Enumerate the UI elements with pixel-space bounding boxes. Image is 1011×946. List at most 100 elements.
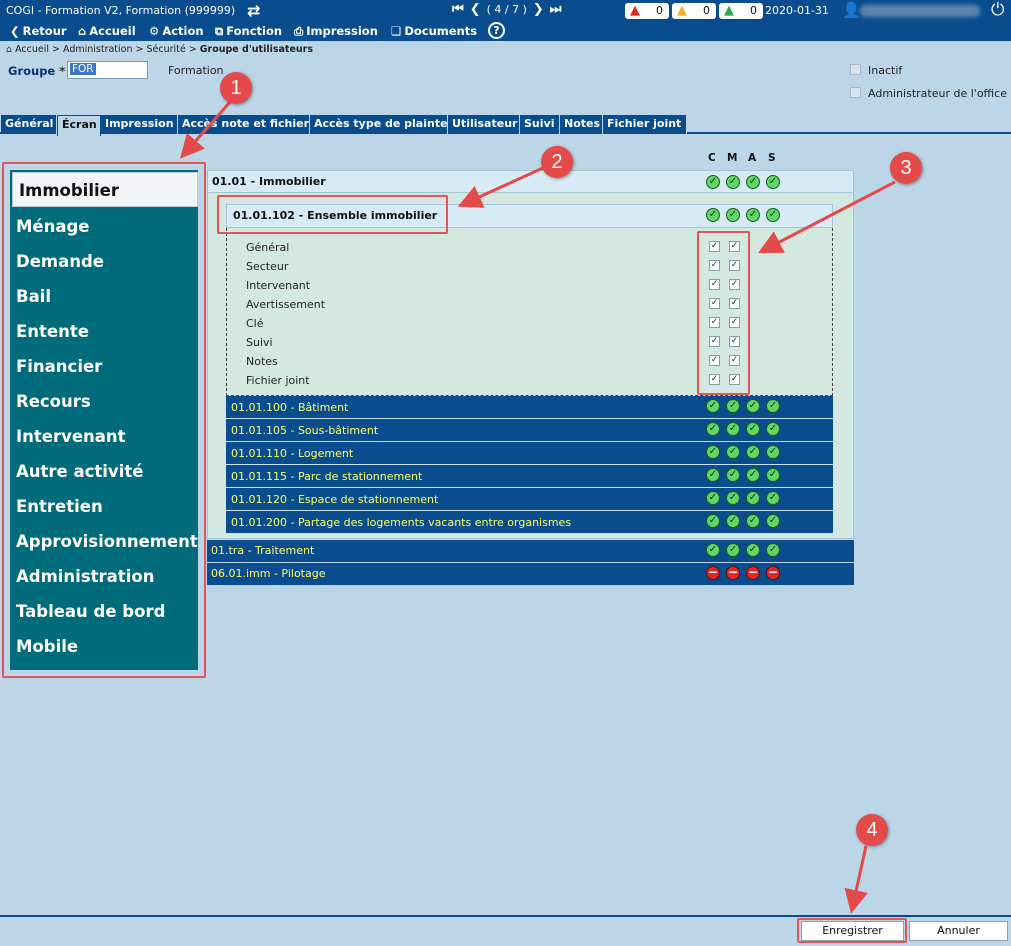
status-ok-icon[interactable]: ✓ [726,514,740,528]
inactif-checkbox[interactable] [850,64,861,75]
inactif-option[interactable]: Inactif [850,64,902,77]
status-ok-icon[interactable]: ✓ [706,543,720,557]
tab-fichier-joint[interactable]: Fichier joint [603,115,687,134]
status-ok-icon[interactable]: ✓ [766,543,780,557]
save-button[interactable]: Enregistrer [801,921,904,941]
status-ok-icon[interactable]: ✓ [766,175,780,189]
user-icon[interactable]: 👤 [842,1,861,19]
tree-row-traitement[interactable]: 01.tra - Traitement ✓ ✓ ✓ ✓ [207,540,854,563]
status-deny-icon[interactable]: − [726,566,740,580]
last-record-icon[interactable]: ⏭ [550,2,562,17]
status-ok-icon[interactable]: ✓ [726,399,740,413]
tab-ecran[interactable]: Écran [57,115,101,136]
status-ok-icon[interactable]: ✓ [766,399,780,413]
arrow-4 [844,845,868,914]
menu-item-autre-activite[interactable]: Autre activité [10,454,198,489]
status-ok-icon[interactable]: ✓ [706,468,720,482]
status-ok-icon[interactable]: ✓ [746,543,760,557]
status-ok-icon[interactable]: ✓ [706,491,720,505]
impression-button[interactable]: ⎙ Impression [294,24,378,39]
status-ok-icon[interactable]: ✓ [746,208,760,222]
status-ok-icon[interactable]: ✓ [726,175,740,189]
menu-item-entente[interactable]: Entente [10,314,198,349]
status-ok-icon[interactable]: ✓ [766,514,780,528]
status-ok-icon[interactable]: ✓ [746,445,760,459]
help-icon[interactable]: ? [488,22,505,39]
tab-impression[interactable]: Impression [101,115,178,134]
status-ok-icon[interactable]: ✓ [706,175,720,189]
status-ok-icon[interactable]: ✓ [706,422,720,436]
first-record-icon[interactable]: ⏮ [452,2,464,17]
alert-badge-green[interactable]: ▲ 0 [719,3,763,19]
status-ok-icon[interactable]: ✓ [706,445,720,459]
tab-acces-type-plainte[interactable]: Accès type de plainte [310,115,448,134]
prev-record-icon[interactable]: ❮ [470,2,481,17]
retour-button[interactable]: ❮ Retour [10,24,67,38]
alert-badge-yellow[interactable]: ▲ 0 [672,3,716,19]
cancel-button[interactable]: Annuler [909,921,1008,941]
status-ok-icon[interactable]: ✓ [766,422,780,436]
status-ok-icon[interactable]: ✓ [766,208,780,222]
breadcrumb-path[interactable]: Accueil > Administration > Sécurité > [15,44,200,55]
menu-item-bail[interactable]: Bail [10,279,198,314]
status-deny-icon[interactable]: − [746,566,760,580]
status-ok-icon[interactable]: ✓ [746,422,760,436]
menu-item-entretien[interactable]: Entretien [10,489,198,524]
menu-item-immobilier[interactable]: Immobilier [12,172,198,207]
tab-notes[interactable]: Notes [560,115,603,134]
menu-item-mobile[interactable]: Mobile [10,629,198,664]
status-ok-icon[interactable]: ✓ [706,208,720,222]
menu-item-intervenant[interactable]: Intervenant [10,419,198,454]
status-ok-icon[interactable]: ✓ [746,514,760,528]
menu-item-demande[interactable]: Demande [10,244,198,279]
status-ok-icon[interactable]: ✓ [726,543,740,557]
action-button[interactable]: ⚙ Action [149,24,204,38]
tree-row-sub-parc-stationnement[interactable]: 01.01.115 - Parc de stationnement ✓ ✓ ✓ ✓ [226,465,833,488]
status-ok-icon[interactable]: ✓ [726,422,740,436]
status-ok-icon[interactable]: ✓ [746,175,760,189]
admin-checkbox[interactable] [850,87,861,98]
power-icon[interactable]: ⏻ [991,0,1004,20]
status-ok-icon[interactable]: ✓ [726,445,740,459]
next-record-icon[interactable]: ❯ [533,2,544,17]
status-deny-icon[interactable]: − [766,566,780,580]
status-ok-icon[interactable]: ✓ [726,468,740,482]
tree-row-sub-batiment[interactable]: 01.01.100 - Bâtiment ✓ ✓ ✓ ✓ [226,396,833,419]
menu-item-financier[interactable]: Financier [10,349,198,384]
alert-badge-red[interactable]: ▲ 0 [625,3,669,19]
tree-row-pilotage[interactable]: 06.01.imm - Pilotage − − − − [207,563,854,586]
menu-item-administration[interactable]: Administration [10,559,198,594]
status-ok-icon[interactable]: ✓ [726,208,740,222]
status-ok-icon[interactable]: ✓ [706,514,720,528]
status-ok-icon[interactable]: ✓ [766,468,780,482]
tab-acces-note-fichier[interactable]: Accès note et fichier [178,115,310,134]
menu-item-approvisionnement[interactable]: Approvisionnement [10,524,198,559]
status-ok-icon[interactable]: ✓ [726,491,740,505]
status-deny-icon[interactable]: − [706,566,720,580]
accueil-button[interactable]: ⌂ Accueil [78,24,136,38]
menu-item-tableau-de-bord[interactable]: Tableau de bord [10,594,198,629]
status-ok-icon[interactable]: ✓ [706,399,720,413]
admin-option[interactable]: Administrateur de l'office [850,87,1007,100]
menu-item-menage[interactable]: Ménage [10,209,198,244]
fonction-button[interactable]: ⧉ Fonction [215,24,282,39]
tree-row-root[interactable]: 01.01 - Immobilier ✓ ✓ ✓ ✓ [207,170,854,193]
breadcrumb: ⌂ Accueil > Administration > Sécurité > … [6,44,313,55]
documents-button[interactable]: ❏ Documents [391,24,477,38]
swap-icon[interactable]: ⇄ [247,1,260,20]
groupe-input[interactable]: FOR [67,61,148,79]
menu-item-recours[interactable]: Recours [10,384,198,419]
status-ok-icon[interactable]: ✓ [746,399,760,413]
tree-row-sub-logement[interactable]: 01.01.110 - Logement ✓ ✓ ✓ ✓ [226,442,833,465]
tree-row-sub-sous-batiment[interactable]: 01.01.105 - Sous-bâtiment ✓ ✓ ✓ ✓ [226,419,833,442]
status-ok-icon[interactable]: ✓ [766,445,780,459]
tab-utilisateur[interactable]: Utilisateur [448,115,520,134]
tree-row-sub-partage-logements[interactable]: 01.01.200 - Partage des logements vacant… [226,511,833,534]
status-ok-icon[interactable]: ✓ [766,491,780,505]
tab-suivi[interactable]: Suivi [520,115,560,134]
status-ok-icon[interactable]: ✓ [746,468,760,482]
tab-general[interactable]: Général [1,115,57,134]
status-ok-icon[interactable]: ✓ [746,491,760,505]
tree-row-sub-espace-stationnement[interactable]: 01.01.120 - Espace de stationnement ✓ ✓ ✓ ✓ [226,488,833,511]
home-small-icon[interactable]: ⌂ [6,44,15,55]
